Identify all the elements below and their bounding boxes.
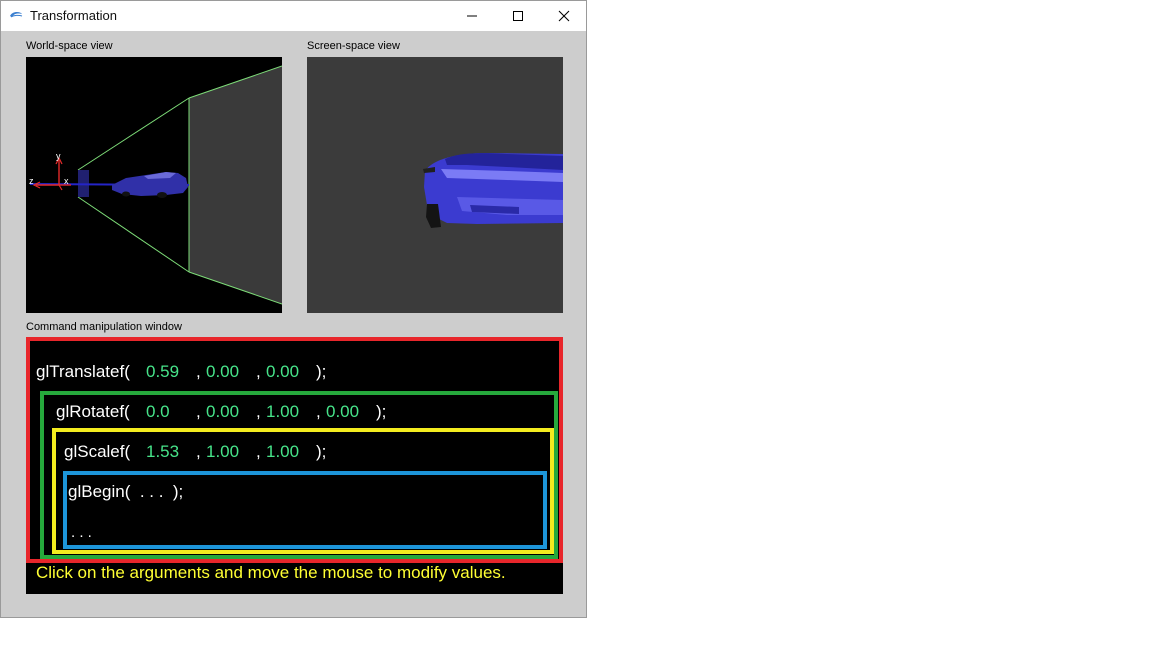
begin-call: glBegin( . . . );: [68, 482, 184, 501]
axis-label-x: x: [64, 176, 69, 186]
vertex-ellipsis: . . .: [71, 524, 92, 541]
scale-fn: glScalef(: [64, 442, 131, 461]
translate-arg-x[interactable]: 0.59: [146, 362, 179, 382]
comma: ,: [196, 442, 201, 461]
translate-arg-y[interactable]: 0.00: [206, 362, 239, 382]
instruction-hint: Click on the arguments and move the mous…: [36, 563, 506, 582]
world-space-view[interactable]: y z x: [26, 57, 283, 313]
screen-space-view[interactable]: [307, 57, 563, 313]
minimize-button[interactable]: [449, 1, 495, 31]
comma: ,: [196, 362, 201, 381]
scale-arg-x[interactable]: 1.53: [146, 442, 179, 462]
rotate-fn: glRotatef(: [56, 402, 130, 421]
close-button[interactable]: [541, 1, 587, 31]
axis-label-z: z: [29, 176, 34, 186]
rotate-end: );: [376, 402, 387, 421]
close-icon: [558, 10, 570, 22]
comma: ,: [316, 402, 321, 421]
app-window: Transformation World-space view Screen-s…: [0, 0, 587, 618]
rotate-arg-y[interactable]: 1.00: [266, 402, 299, 422]
image-plane: [189, 66, 282, 304]
translate-arg-z[interactable]: 0.00: [266, 362, 299, 382]
frustum-edge-bottom: [77, 196, 190, 273]
maximize-icon: [513, 11, 523, 21]
frustum-edge-top: [77, 97, 190, 171]
command-manipulation-window[interactable]: glTranslatef( 0.59 , 0.00 , 0.00 ); glRo…: [26, 337, 563, 594]
car-front-model: [423, 153, 563, 228]
car-model: [112, 172, 188, 198]
window-title: Transformation: [30, 8, 117, 23]
world-view-label: World-space view: [26, 40, 113, 52]
screen-scene: [423, 153, 563, 228]
maximize-button[interactable]: [495, 1, 541, 31]
comma: ,: [256, 442, 261, 461]
command-window-label: Command manipulation window: [26, 321, 182, 333]
world-scene: y z x: [29, 65, 283, 305]
scale-arg-y[interactable]: 1.00: [206, 442, 239, 462]
translate-fn: glTranslatef(: [36, 362, 130, 381]
comma: ,: [256, 402, 261, 421]
axis-label-y: y: [56, 151, 61, 161]
translate-end: );: [316, 362, 327, 381]
scale-arg-z[interactable]: 1.00: [266, 442, 299, 462]
rotate-arg-angle[interactable]: 0.0: [146, 402, 170, 422]
title-bar[interactable]: Transformation: [1, 1, 586, 31]
scale-end: );: [316, 442, 327, 461]
rotate-arg-x[interactable]: 0.00: [206, 402, 239, 422]
app-icon: [10, 11, 23, 18]
comma: ,: [196, 402, 201, 421]
screen-view-label: Screen-space view: [307, 40, 400, 52]
comma: ,: [256, 362, 261, 381]
minimize-icon: [467, 15, 477, 17]
rotate-arg-z[interactable]: 0.00: [326, 402, 359, 422]
